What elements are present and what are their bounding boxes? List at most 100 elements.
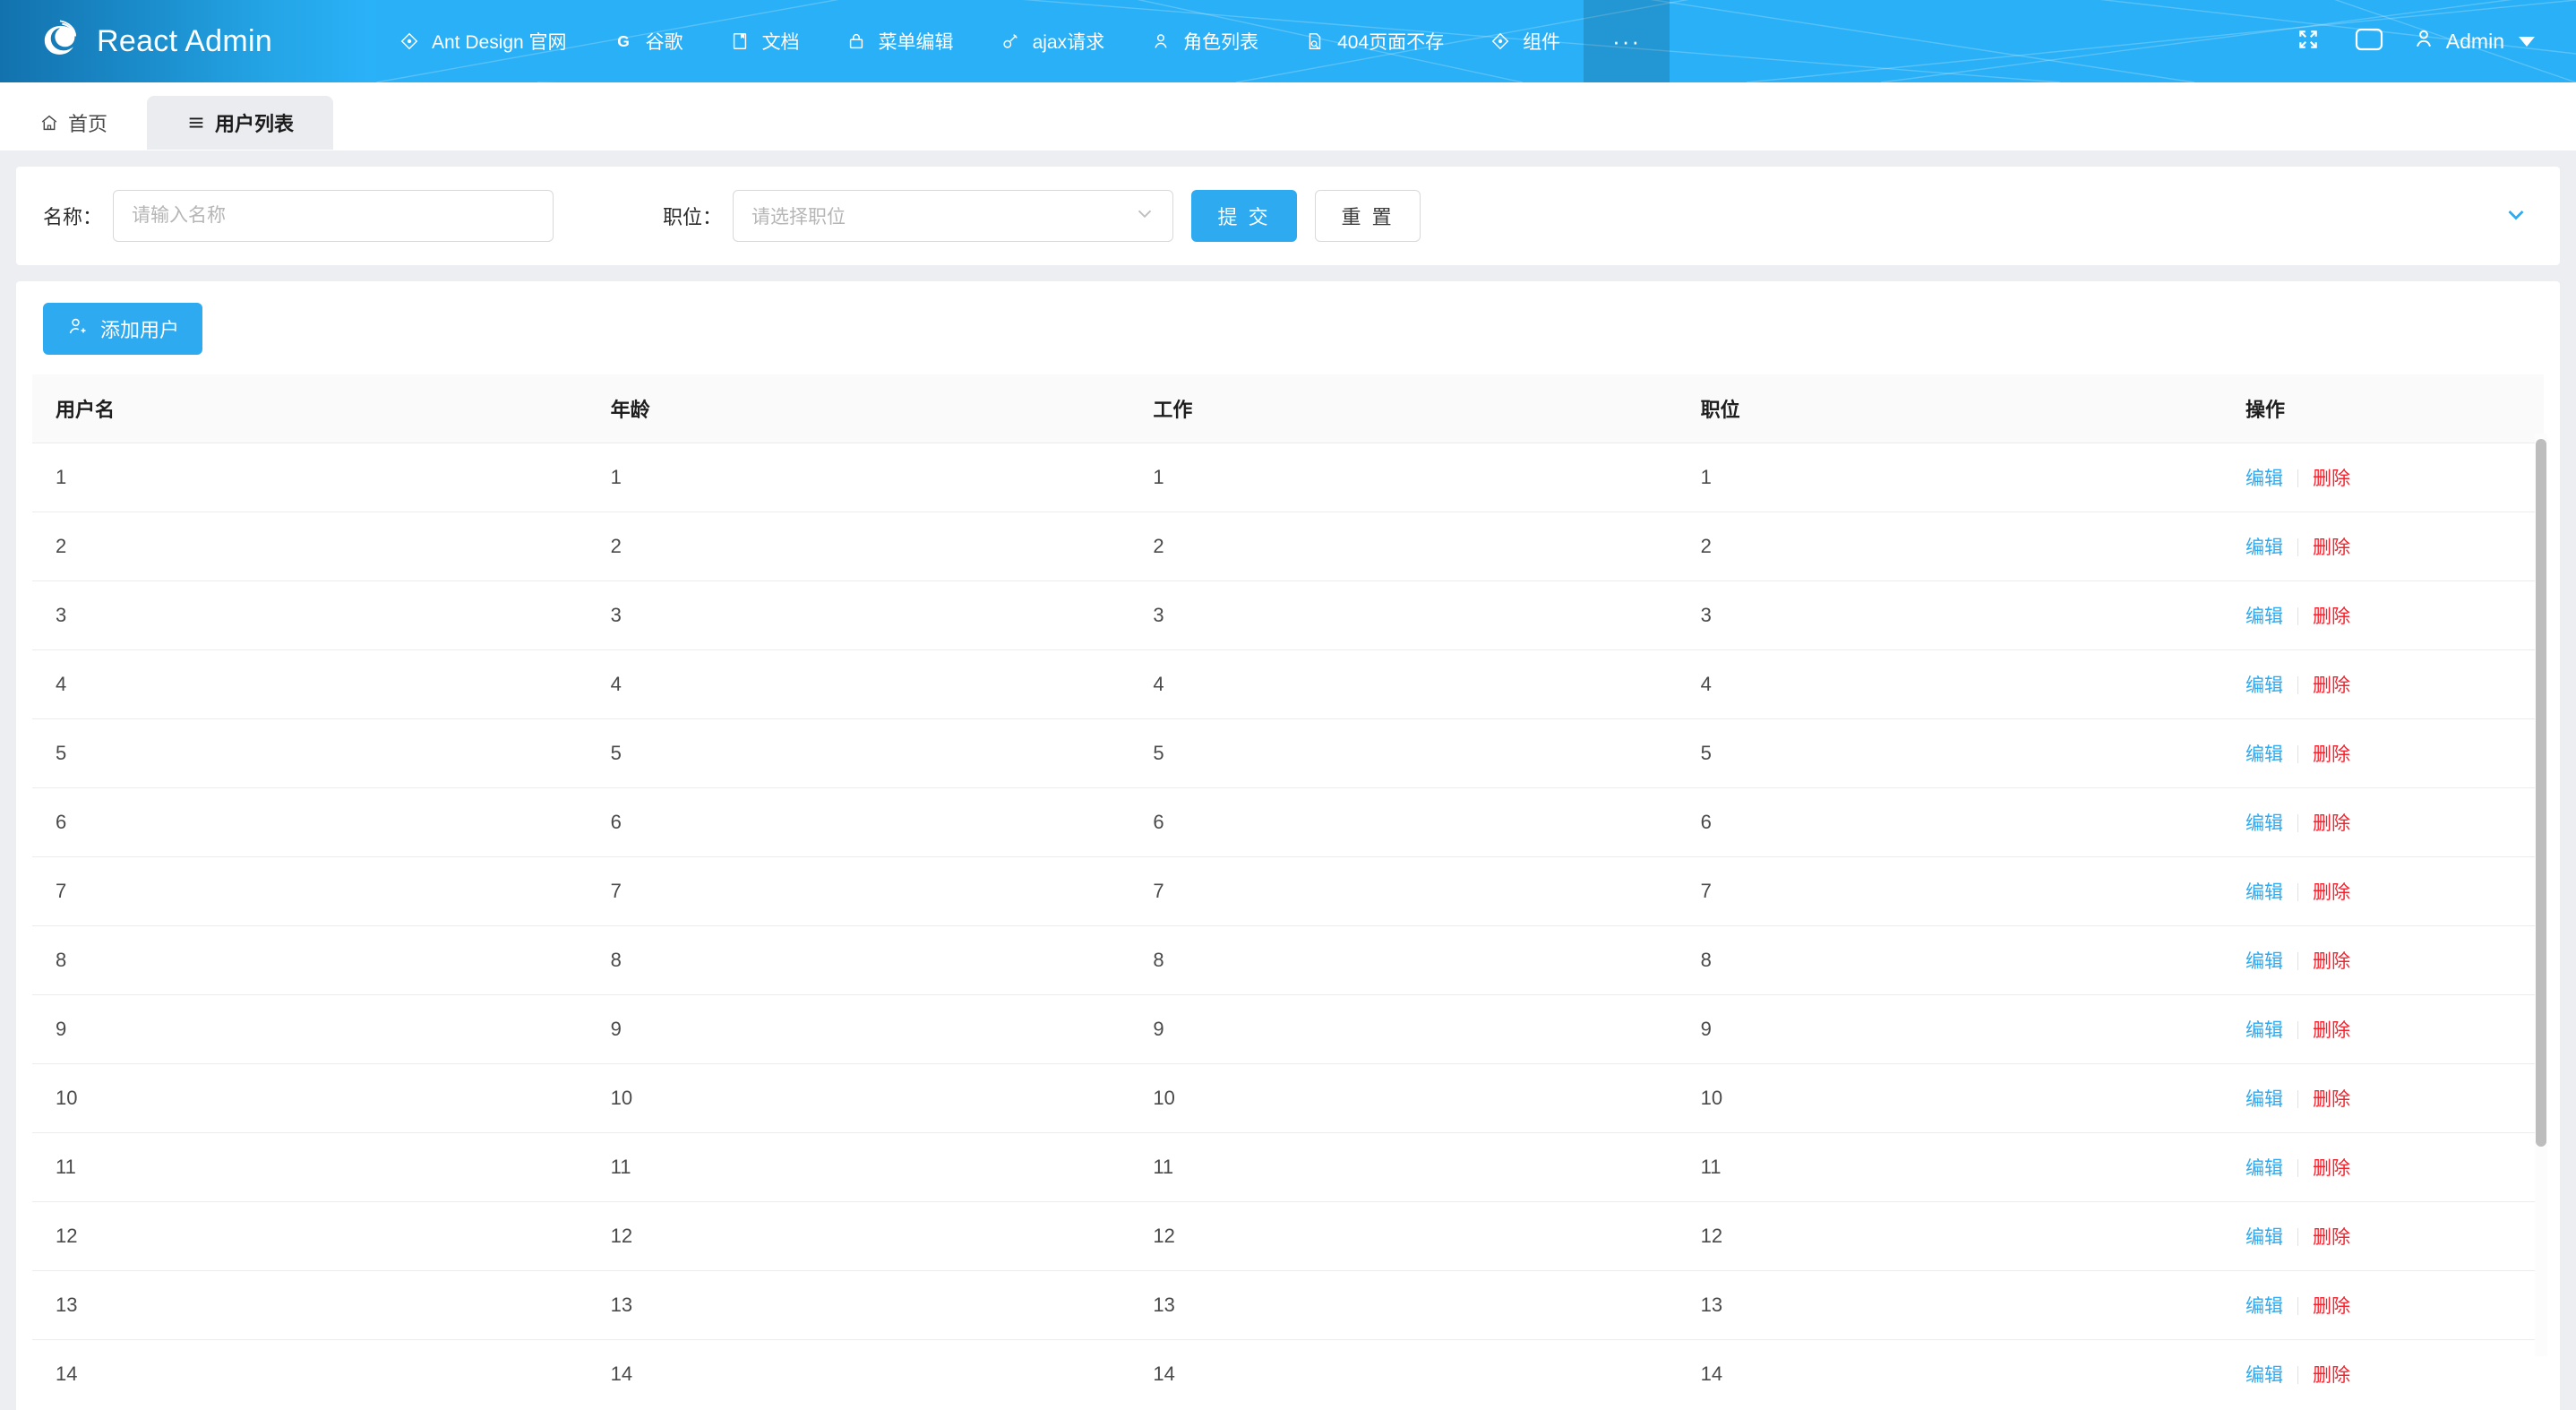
delete-link[interactable]: 删除 <box>2313 1020 2350 1041</box>
user-avatar-icon <box>2412 27 2435 56</box>
delete-link[interactable]: 删除 <box>2313 606 2350 627</box>
delete-link[interactable]: 删除 <box>2313 537 2350 558</box>
table-body: 1111编辑删除2222编辑删除3333编辑删除4444编辑删除5555编辑删除… <box>32 443 2544 1409</box>
delete-link[interactable]: 删除 <box>2313 675 2350 696</box>
page-content: 名称： 职位： 请选择职位 提 交 重 置 添加用户 <box>0 150 2576 1410</box>
nav-item-label: 404页面不存 <box>1337 28 1444 55</box>
edit-link[interactable]: 编辑 <box>2245 675 2283 696</box>
submit-button[interactable]: 提 交 <box>1191 190 1297 242</box>
table-vertical-scrollbar[interactable] <box>2535 434 2547 1356</box>
action-divider <box>2297 469 2298 487</box>
nav-item-ant-design[interactable]: Ant Design 官网 <box>376 0 590 82</box>
column-header-position[interactable]: 职位 <box>1678 374 2222 443</box>
delete-link[interactable]: 删除 <box>2313 469 2350 489</box>
cell-name: 13 <box>32 1271 588 1340</box>
cell-age: 12 <box>588 1202 1130 1271</box>
edit-link[interactable]: 编辑 <box>2245 469 2283 489</box>
nav-item-label: 组件 <box>1523 28 1560 55</box>
edit-link[interactable]: 编辑 <box>2245 1020 2283 1041</box>
reset-button[interactable]: 重 置 <box>1315 190 1421 242</box>
edit-link[interactable]: 编辑 <box>2245 1089 2283 1110</box>
cell-age: 5 <box>588 719 1130 788</box>
cell-position: 6 <box>1678 788 2222 857</box>
column-header-actions[interactable]: 操作 <box>2222 374 2544 443</box>
cell-position: 10 <box>1678 1064 2222 1133</box>
nav-item-google[interactable]: G 谷歌 <box>590 0 707 82</box>
edit-link[interactable]: 编辑 <box>2245 1158 2283 1179</box>
edit-link[interactable]: 编辑 <box>2245 813 2283 834</box>
delete-link[interactable]: 删除 <box>2313 1296 2350 1317</box>
tab-home[interactable]: 首页 <box>0 96 147 150</box>
cell-age: 9 <box>588 995 1130 1064</box>
diamond-icon <box>1490 31 1510 51</box>
table-row: 5555编辑删除 <box>32 719 2544 788</box>
user-table: 用户名 年龄 工作 职位 操作 1111编辑删除2222编辑删除3333编辑删除… <box>32 374 2544 1408</box>
cell-job: 13 <box>1129 1271 1677 1340</box>
user-name-label: Admin <box>2446 30 2504 54</box>
cell-name: 5 <box>32 719 588 788</box>
tab-user-list[interactable]: 用户列表 <box>147 96 333 150</box>
edit-link[interactable]: 编辑 <box>2245 1365 2283 1386</box>
action-divider <box>2297 745 2298 763</box>
delete-link[interactable]: 删除 <box>2313 1089 2350 1110</box>
edit-link[interactable]: 编辑 <box>2245 606 2283 627</box>
cell-position: 12 <box>1678 1202 2222 1271</box>
edit-link[interactable]: 编辑 <box>2245 1227 2283 1248</box>
brand-logo-area[interactable]: React Admin <box>0 0 376 82</box>
file-search-icon <box>1305 31 1325 51</box>
column-header-age[interactable]: 年龄 <box>588 374 1130 443</box>
cell-actions: 编辑 删除 <box>2222 719 2544 788</box>
chevron-down-icon <box>1133 202 1156 230</box>
cell-position: 14 <box>1678 1340 2222 1409</box>
name-input[interactable] <box>113 190 554 242</box>
scrollbar-thumb[interactable] <box>2536 439 2546 1147</box>
cell-job: 9 <box>1129 995 1677 1064</box>
delete-link[interactable]: 删除 <box>2313 1365 2350 1386</box>
add-user-button[interactable]: 添加用户 <box>43 303 202 355</box>
cell-name: 2 <box>32 512 588 581</box>
nav-item-menu-edit[interactable]: 菜单编辑 <box>823 0 977 82</box>
edit-link[interactable]: 编辑 <box>2245 744 2283 765</box>
theme-toggle-button[interactable] <box>2339 0 2400 82</box>
table-row: 6666编辑删除 <box>32 788 2544 857</box>
delete-link[interactable]: 删除 <box>2313 1158 2350 1179</box>
edit-link[interactable]: 编辑 <box>2245 1296 2283 1317</box>
position-select-value: 请选择职位 <box>751 202 846 229</box>
nav-item-ajax[interactable]: ajax请求 <box>977 0 1129 82</box>
nav-item-role-list[interactable]: 角色列表 <box>1128 0 1282 82</box>
edit-link[interactable]: 编辑 <box>2245 882 2283 903</box>
position-form-item: 职位： 请选择职位 <box>663 190 1173 242</box>
delete-link[interactable]: 删除 <box>2313 951 2350 972</box>
delete-link[interactable]: 删除 <box>2313 813 2350 834</box>
delete-link[interactable]: 删除 <box>2313 744 2350 765</box>
cell-age: 7 <box>588 857 1130 926</box>
cell-job: 1 <box>1129 443 1677 512</box>
delete-link[interactable]: 删除 <box>2313 1227 2350 1248</box>
cell-actions: 编辑 删除 <box>2222 926 2544 995</box>
fullscreen-button[interactable] <box>2278 0 2339 82</box>
cell-job: 10 <box>1129 1064 1677 1133</box>
column-header-username[interactable]: 用户名 <box>32 374 588 443</box>
nav-item-label: 谷歌 <box>646 28 683 55</box>
nav-item-label: 文档 <box>762 28 800 55</box>
cell-job: 5 <box>1129 719 1677 788</box>
name-label: 名称： <box>43 202 102 230</box>
user-menu[interactable]: Admin <box>2400 0 2544 82</box>
action-divider <box>2297 1366 2298 1384</box>
column-header-job[interactable]: 工作 <box>1129 374 1677 443</box>
fullscreen-expand-icon <box>2297 28 2320 56</box>
edit-link[interactable]: 编辑 <box>2245 537 2283 558</box>
nav-item-404[interactable]: 404页面不存 <box>1282 0 1467 82</box>
cell-name: 12 <box>32 1202 588 1271</box>
delete-link[interactable]: 删除 <box>2313 882 2350 903</box>
nav-overflow-button[interactable]: ··· <box>1584 0 1670 82</box>
cell-actions: 编辑 删除 <box>2222 857 2544 926</box>
filter-collapse-toggle[interactable] <box>2503 201 2529 232</box>
edit-link[interactable]: 编辑 <box>2245 951 2283 972</box>
table-row: 14141414编辑删除 <box>32 1340 2544 1409</box>
nav-item-components[interactable]: 组件 <box>1467 0 1584 82</box>
header-actions: Admin <box>2278 0 2576 82</box>
position-select[interactable]: 请选择职位 <box>733 190 1173 242</box>
nav-item-docs[interactable]: 文档 <box>707 0 823 82</box>
brand-title: React Admin <box>97 24 272 59</box>
